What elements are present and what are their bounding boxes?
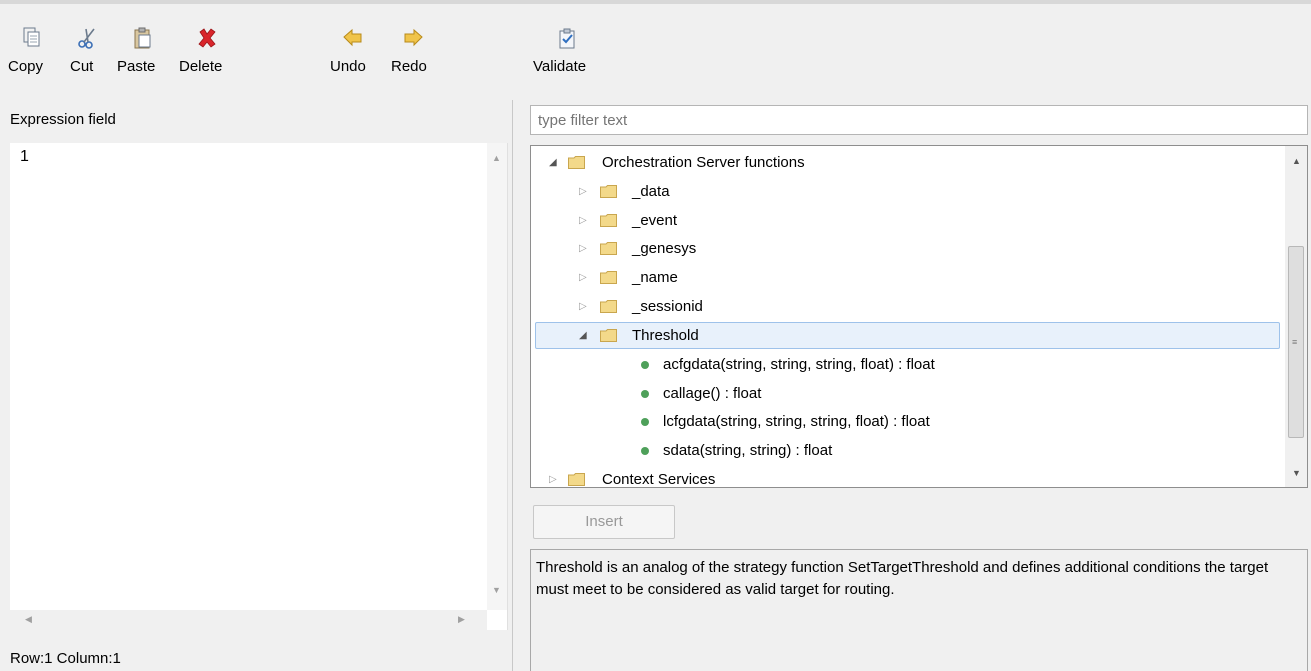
collapsed-triangle-icon[interactable]: ▷	[579, 208, 591, 234]
folder-icon	[600, 242, 617, 255]
scroll-left-arrow-icon[interactable]: ◀	[25, 614, 32, 625]
tree-node-name[interactable]: ▷ _name	[531, 265, 1281, 291]
folder-icon	[600, 329, 617, 342]
tree-vertical-scrollbar[interactable]: ▲ ≡ ▼	[1285, 146, 1307, 487]
tree-node-label: _genesys	[632, 240, 697, 257]
cut-button[interactable]: Cut	[70, 26, 104, 82]
editor-vertical-scrollbar[interactable]: ▲ ▼	[487, 143, 507, 610]
function-dot-icon	[641, 447, 649, 455]
function-label: lcfgdata(string, string, string, float) …	[663, 413, 930, 430]
tree-function-callage[interactable]: callage() : float	[531, 381, 1281, 407]
line-number: 1	[20, 148, 29, 165]
function-dot-icon	[641, 390, 649, 398]
folder-icon	[600, 185, 617, 198]
expression-field-label: Expression field	[10, 111, 116, 128]
tree-node-context-services[interactable]: ▷ Context Services	[531, 467, 1281, 488]
tree-node-event[interactable]: ▷ _event	[531, 208, 1281, 234]
collapsed-triangle-icon[interactable]: ▷	[549, 467, 561, 487]
tree-node-genesys[interactable]: ▷ _genesys	[531, 236, 1281, 262]
window-top-edge	[0, 0, 1311, 4]
copy-icon	[23, 27, 40, 47]
folder-icon	[568, 156, 585, 169]
redo-button[interactable]: Redo	[391, 26, 435, 82]
folder-icon	[600, 300, 617, 313]
filter-input[interactable]	[530, 105, 1308, 135]
function-label: acfgdata(string, string, string, float) …	[663, 356, 935, 373]
panel-divider[interactable]	[512, 100, 513, 671]
tree-node-sessionid[interactable]: ▷ _sessionid	[531, 294, 1281, 320]
copy-label: Copy	[8, 58, 44, 75]
tree-function-sdata[interactable]: sdata(string, string) : float	[531, 438, 1281, 464]
scrollbar-thumb[interactable]: ≡	[1288, 246, 1304, 438]
tree-node-label: Context Services	[602, 471, 716, 488]
delete-label: Delete	[179, 58, 223, 75]
tree-node-orchestration-server-functions[interactable]: ◢ Orchestration Server functions	[531, 150, 1281, 176]
validate-button[interactable]: Validate	[533, 26, 603, 82]
undo-button[interactable]: Undo	[330, 26, 376, 82]
function-tree[interactable]: ◢ Orchestration Server functions ▷ _data…	[530, 145, 1308, 488]
function-dot-icon	[641, 418, 649, 426]
paste-icon	[134, 27, 151, 49]
tree-function-lcfgdata[interactable]: lcfgdata(string, string, string, float) …	[531, 409, 1281, 435]
undo-label: Undo	[330, 58, 366, 75]
function-label: callage() : float	[663, 385, 762, 402]
tree-node-label: Threshold	[632, 327, 699, 344]
tree-function-acfgdata[interactable]: acfgdata(string, string, string, float) …	[531, 352, 1281, 378]
redo-label: Redo	[391, 58, 427, 75]
delete-icon	[198, 28, 216, 48]
expression-editor[interactable]: 1 ▲ ▼ ◀ ▶	[10, 143, 508, 630]
cut-label: Cut	[70, 58, 94, 75]
insert-button[interactable]: Insert	[533, 505, 675, 539]
collapsed-triangle-icon[interactable]: ▷	[579, 236, 591, 262]
collapsed-triangle-icon[interactable]: ▷	[579, 265, 591, 291]
editor-horizontal-scrollbar[interactable]: ◀ ▶	[10, 610, 487, 630]
tree-node-threshold[interactable]: ◢ Threshold	[531, 323, 1281, 349]
tree-node-label: _data	[632, 183, 670, 200]
expanded-triangle-icon[interactable]: ◢	[549, 150, 561, 176]
delete-button[interactable]: Delete	[179, 26, 233, 82]
function-label: sdata(string, string) : float	[663, 442, 833, 459]
collapsed-triangle-icon[interactable]: ▷	[579, 294, 591, 320]
paste-button[interactable]: Paste	[117, 26, 163, 82]
validate-label: Validate	[533, 58, 587, 75]
scroll-up-arrow-icon[interactable]: ▲	[492, 153, 501, 163]
scroll-down-arrow-icon[interactable]: ▼	[492, 585, 501, 595]
copy-button[interactable]: Copy	[8, 26, 54, 82]
redo-icon	[404, 28, 423, 47]
tree-node-label: _event	[632, 212, 678, 229]
expanded-triangle-icon[interactable]: ◢	[579, 323, 591, 349]
folder-icon	[568, 473, 585, 486]
tree-node-label: Orchestration Server functions	[602, 154, 805, 171]
scissors-icon	[78, 28, 95, 49]
scroll-right-arrow-icon[interactable]: ▶	[458, 614, 465, 625]
scroll-up-arrow-icon[interactable]: ▲	[1292, 156, 1301, 166]
folder-icon	[600, 271, 617, 284]
collapsed-triangle-icon[interactable]: ▷	[579, 179, 591, 205]
folder-icon	[600, 214, 617, 227]
tree-node-label: _name	[632, 269, 678, 286]
function-dot-icon	[641, 361, 649, 369]
validate-icon	[559, 28, 575, 49]
cursor-position-status: Row:1 Column:1	[10, 650, 121, 667]
undo-icon	[343, 28, 362, 47]
scroll-down-arrow-icon[interactable]: ▼	[1292, 468, 1301, 478]
function-description: Threshold is an analog of the strategy f…	[530, 549, 1308, 671]
paste-label: Paste	[117, 58, 156, 75]
tree-node-label: _sessionid	[632, 298, 703, 315]
tree-node-data[interactable]: ▷ _data	[531, 179, 1281, 205]
grip-icon: ≡	[1292, 337, 1298, 347]
